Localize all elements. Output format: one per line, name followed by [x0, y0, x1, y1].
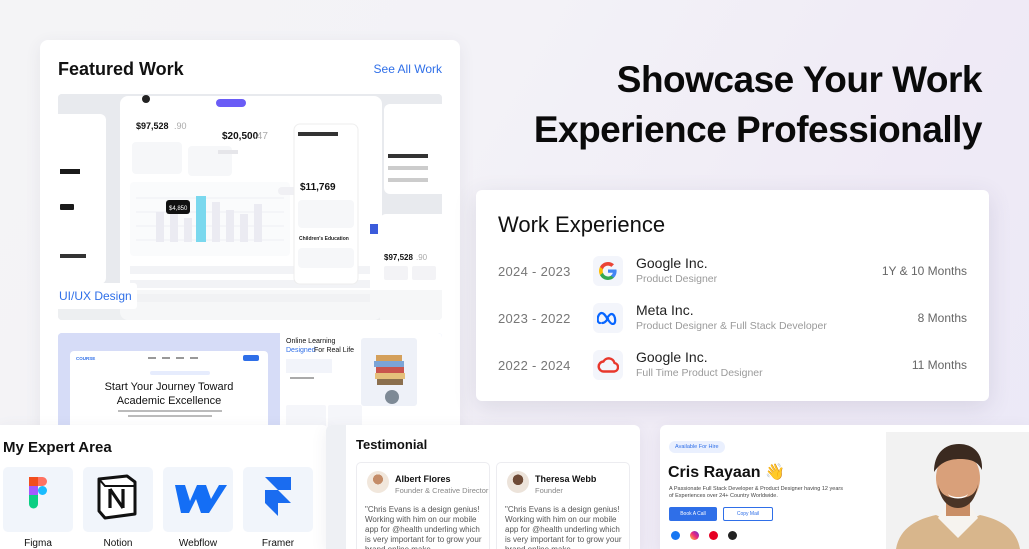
dash-chart-tooltip: $4,850: [169, 206, 188, 212]
dash-right-dec: .90: [416, 253, 428, 262]
edu-side-title-2a: Designed: [286, 347, 316, 354]
notion-tool-tile[interactable]: [83, 467, 153, 532]
avatar: [507, 471, 529, 493]
instagram-icon[interactable]: [690, 531, 699, 540]
creative-cloud-logo-icon: [593, 350, 623, 380]
book-a-call-button[interactable]: Book A Call: [669, 507, 717, 521]
edu-brand: COURSE: [76, 356, 95, 361]
edu-headline-2: Academic Excellence: [117, 395, 222, 407]
testimonial-quote: "Chris Evans is a design genius! Working…: [365, 505, 482, 549]
meta-logo-icon: [593, 303, 623, 333]
testimonial-role: Founder & Creative Director: [395, 486, 489, 495]
github-icon[interactable]: [728, 531, 737, 540]
experience-row[interactable]: 2022 - 2024 Google Inc. Full Time Produc…: [476, 346, 989, 386]
figma-label: Figma: [24, 538, 52, 549]
profile-name: Cris Rayaan 👋: [668, 464, 785, 481]
notion-icon: [97, 474, 137, 520]
dash-side-card: Children's Education: [299, 236, 349, 242]
hero-heading-line-2: Experience Professionally: [533, 109, 983, 150]
expert-area-card: My Expert Area Figma Notion Webflow Fram…: [0, 425, 330, 549]
featured-work-title: Featured Work: [58, 59, 184, 79]
testimonial-side-strip: [326, 425, 346, 549]
hero-heading: Showcase Your Work Experience Profession…: [533, 55, 983, 155]
facebook-icon[interactable]: [671, 531, 680, 540]
expert-area-title: My Expert Area: [3, 439, 112, 456]
experience-years: 2024 - 2023: [498, 264, 571, 279]
education-site-preview-image[interactable]: COURSE Start Your Journey Toward Academi…: [58, 333, 442, 438]
pinterest-icon[interactable]: [709, 531, 718, 540]
framer-tool-tile[interactable]: [243, 467, 313, 532]
avatar: [367, 471, 389, 493]
edu-side-title-2b: For Real Life: [314, 347, 354, 354]
notion-label: Notion: [103, 538, 133, 549]
copy-mail-button[interactable]: Copy Mail: [723, 507, 773, 521]
experience-row[interactable]: 2023 - 2022 Meta Inc. Product Designer &…: [476, 299, 989, 339]
testimonial-name: Albert Flores: [395, 474, 451, 484]
experience-role: Product Designer: [636, 273, 718, 285]
featured-work-card: Featured Work See All Work $97,528 .90 $…: [40, 40, 460, 440]
testimonial-role: Founder: [535, 486, 563, 495]
testimonial-item[interactable]: Albert Flores Founder & Creative Directo…: [356, 462, 490, 549]
testimonial-item[interactable]: Theresa Webb Founder "Chris Evans is a d…: [496, 462, 630, 549]
dash-side-amount: $11,769: [300, 182, 336, 193]
dash-right-balance: $97,528: [384, 253, 413, 262]
experience-role: Product Designer & Full Stack Developer: [636, 320, 827, 332]
education-mockup-graphic: COURSE Start Your Journey Toward Academi…: [58, 333, 442, 438]
framer-icon: [265, 477, 291, 516]
experience-row[interactable]: 2024 - 2023 Google Inc. Product Designer…: [476, 252, 989, 292]
hero-heading-line-1: Showcase Your Work: [616, 59, 983, 100]
edu-headline-1: Start Your Journey Toward: [105, 381, 234, 393]
dash-balance-1: $97,528: [136, 121, 169, 131]
profile-bio: A Passionate Full Stack Developer & Prod…: [669, 486, 843, 499]
testimonial-name: Theresa Webb: [535, 474, 597, 484]
experience-duration: 1Y & 10 Months: [881, 264, 967, 278]
experience-years: 2023 - 2022: [498, 311, 571, 326]
testimonial-card: Testimonial Albert Flores Founder & Crea…: [326, 425, 640, 549]
see-all-work-link[interactable]: See All Work: [374, 62, 442, 76]
testimonial-quote: "Chris Evans is a design genius! Working…: [505, 505, 622, 549]
experience-company: Meta Inc.: [636, 302, 694, 318]
profile-photo: [886, 432, 1029, 549]
profile-portrait-graphic: [886, 432, 1029, 549]
experience-years: 2022 - 2024: [498, 358, 571, 373]
dash-balance-2-dec: .47: [254, 131, 268, 142]
webflow-tool-tile[interactable]: [163, 467, 233, 532]
google-logo-icon: [593, 256, 623, 286]
work-experience-card: Work Experience 2024 - 2023 Google Inc. …: [476, 190, 989, 401]
framer-label: Framer: [261, 538, 295, 549]
profile-hero-card: Available For Hire Cris Rayaan 👋 A Passi…: [660, 425, 1029, 549]
testimonial-title: Testimonial: [356, 437, 428, 452]
work-experience-title: Work Experience: [498, 212, 666, 237]
ui-ux-design-tag[interactable]: UI/UX Design: [54, 283, 137, 309]
dash-balance-1-dec: .90: [174, 121, 187, 131]
available-for-hire-badge: Available For Hire: [669, 441, 725, 453]
experience-duration: 11 Months: [911, 358, 967, 372]
experience-company: Google Inc.: [636, 349, 708, 365]
webflow-label: Webflow: [178, 538, 218, 549]
experience-company: Google Inc.: [636, 255, 708, 271]
edu-side-title-1: Online Learning: [286, 338, 336, 345]
figma-tool-tile[interactable]: [3, 467, 73, 532]
experience-role: Full Time Product Designer: [636, 367, 763, 379]
figma-icon: [29, 477, 47, 509]
webflow-icon: [175, 485, 227, 513]
experience-duration: 8 Months: [917, 311, 967, 325]
